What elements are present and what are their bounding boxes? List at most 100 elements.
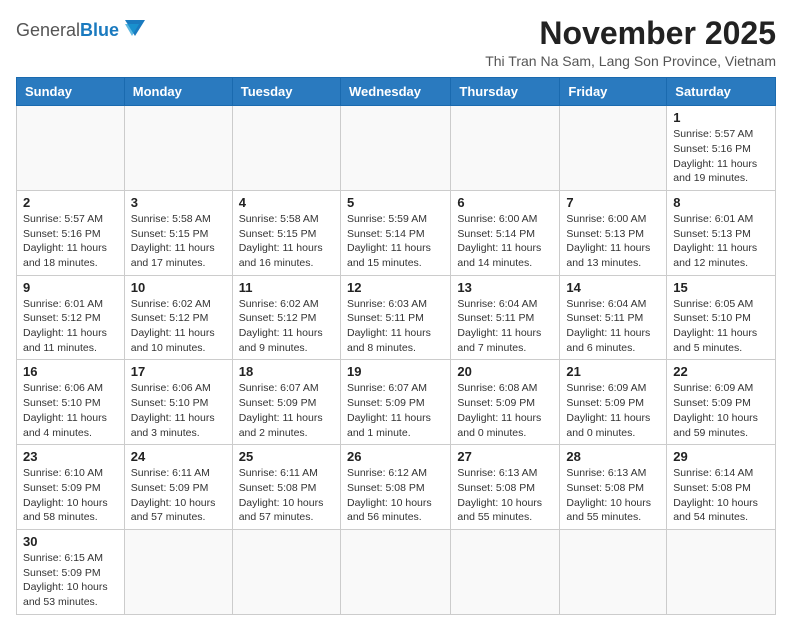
day-number: 10: [131, 280, 226, 295]
day-info: Sunrise: 5:58 AM Sunset: 5:15 PM Dayligh…: [239, 212, 334, 271]
day-number: 27: [457, 449, 553, 464]
day-info: Sunrise: 6:02 AM Sunset: 5:12 PM Dayligh…: [239, 297, 334, 356]
calendar-day-cell: 21 Sunrise: 6:09 AM Sunset: 5:09 PM Dayli…: [560, 360, 667, 445]
day-info: Sunrise: 6:06 AM Sunset: 5:10 PM Dayligh…: [23, 381, 118, 440]
day-info: Sunrise: 6:08 AM Sunset: 5:09 PM Dayligh…: [457, 381, 553, 440]
calendar-table: SundayMondayTuesdayWednesdayThursdayFrid…: [16, 77, 776, 615]
calendar-day-cell: 8 Sunrise: 6:01 AM Sunset: 5:13 PM Daylig…: [667, 190, 776, 275]
day-number: 11: [239, 280, 334, 295]
day-number: 2: [23, 195, 118, 210]
calendar-day-cell: [124, 529, 232, 614]
day-info: Sunrise: 6:01 AM Sunset: 5:13 PM Dayligh…: [673, 212, 769, 271]
calendar-day-cell: [560, 106, 667, 191]
logo: General Blue: [16, 16, 149, 44]
day-number: 18: [239, 364, 334, 379]
day-number: 20: [457, 364, 553, 379]
calendar-day-cell: 23 Sunrise: 6:10 AM Sunset: 5:09 PM Dayli…: [17, 445, 125, 530]
location-title: Thi Tran Na Sam, Lang Son Province, Viet…: [485, 53, 776, 69]
day-info: Sunrise: 5:58 AM Sunset: 5:15 PM Dayligh…: [131, 212, 226, 271]
day-info: Sunrise: 6:07 AM Sunset: 5:09 PM Dayligh…: [239, 381, 334, 440]
day-info: Sunrise: 6:09 AM Sunset: 5:09 PM Dayligh…: [673, 381, 769, 440]
calendar-day-cell: [17, 106, 125, 191]
calendar-day-cell: 5Sunrise: 5:59 AM Sunset: 5:14 PM Daylig…: [340, 190, 450, 275]
day-number: 12: [347, 280, 444, 295]
day-header-friday: Friday: [560, 78, 667, 106]
page-header: General Blue November 2025 Thi Tran Na S…: [16, 16, 776, 69]
day-number: 8: [673, 195, 769, 210]
day-number: 23: [23, 449, 118, 464]
day-header-sunday: Sunday: [17, 78, 125, 106]
day-info: Sunrise: 6:11 AM Sunset: 5:09 PM Dayligh…: [131, 466, 226, 525]
day-number: 19: [347, 364, 444, 379]
logo-icon: [121, 16, 149, 44]
day-info: Sunrise: 6:05 AM Sunset: 5:10 PM Dayligh…: [673, 297, 769, 356]
logo-area: General Blue: [16, 16, 149, 44]
day-number: 15: [673, 280, 769, 295]
day-number: 25: [239, 449, 334, 464]
day-info: Sunrise: 6:13 AM Sunset: 5:08 PM Dayligh…: [457, 466, 553, 525]
day-number: 6: [457, 195, 553, 210]
day-number: 14: [566, 280, 660, 295]
calendar-day-cell: [124, 106, 232, 191]
calendar-day-cell: 19Sunrise: 6:07 AM Sunset: 5:09 PM Dayli…: [340, 360, 450, 445]
day-info: Sunrise: 6:04 AM Sunset: 5:11 PM Dayligh…: [566, 297, 660, 356]
day-info: Sunrise: 6:00 AM Sunset: 5:13 PM Dayligh…: [566, 212, 660, 271]
calendar-day-cell: 7 Sunrise: 6:00 AM Sunset: 5:13 PM Daylig…: [560, 190, 667, 275]
day-header-wednesday: Wednesday: [340, 78, 450, 106]
day-number: 3: [131, 195, 226, 210]
calendar-day-cell: 27 Sunrise: 6:13 AM Sunset: 5:08 PM Dayli…: [451, 445, 560, 530]
day-info: Sunrise: 6:09 AM Sunset: 5:09 PM Dayligh…: [566, 381, 660, 440]
calendar-day-cell: [232, 529, 340, 614]
calendar-day-cell: 30 Sunrise: 6:15 AM Sunset: 5:09 PM Dayli…: [17, 529, 125, 614]
day-number: 28: [566, 449, 660, 464]
day-number: 9: [23, 280, 118, 295]
day-info: Sunrise: 6:11 AM Sunset: 5:08 PM Dayligh…: [239, 466, 334, 525]
calendar-week-row: 2Sunrise: 5:57 AM Sunset: 5:16 PM Daylig…: [17, 190, 776, 275]
day-number: 17: [131, 364, 226, 379]
calendar-day-cell: 24Sunrise: 6:11 AM Sunset: 5:09 PM Dayli…: [124, 445, 232, 530]
calendar-day-cell: [667, 529, 776, 614]
calendar-day-cell: 28Sunrise: 6:13 AM Sunset: 5:08 PM Dayli…: [560, 445, 667, 530]
calendar-day-cell: 4Sunrise: 5:58 AM Sunset: 5:15 PM Daylig…: [232, 190, 340, 275]
calendar-day-cell: 15 Sunrise: 6:05 AM Sunset: 5:10 PM Dayli…: [667, 275, 776, 360]
day-number: 26: [347, 449, 444, 464]
day-info: Sunrise: 6:04 AM Sunset: 5:11 PM Dayligh…: [457, 297, 553, 356]
calendar-day-cell: [340, 106, 450, 191]
day-info: Sunrise: 6:10 AM Sunset: 5:09 PM Dayligh…: [23, 466, 118, 525]
day-number: 16: [23, 364, 118, 379]
calendar-day-cell: [232, 106, 340, 191]
calendar-day-cell: 12 Sunrise: 6:03 AM Sunset: 5:11 PM Dayli…: [340, 275, 450, 360]
day-number: 13: [457, 280, 553, 295]
calendar-week-row: 9 Sunrise: 6:01 AM Sunset: 5:12 PM Daylig…: [17, 275, 776, 360]
calendar-day-cell: 29 Sunrise: 6:14 AM Sunset: 5:08 PM Dayli…: [667, 445, 776, 530]
calendar-day-cell: 20 Sunrise: 6:08 AM Sunset: 5:09 PM Dayli…: [451, 360, 560, 445]
days-header-row: SundayMondayTuesdayWednesdayThursdayFrid…: [17, 78, 776, 106]
day-number: 22: [673, 364, 769, 379]
day-number: 29: [673, 449, 769, 464]
day-number: 7: [566, 195, 660, 210]
day-info: Sunrise: 6:15 AM Sunset: 5:09 PM Dayligh…: [23, 551, 118, 610]
calendar-day-cell: 14 Sunrise: 6:04 AM Sunset: 5:11 PM Dayli…: [560, 275, 667, 360]
title-area: November 2025 Thi Tran Na Sam, Lang Son …: [485, 16, 776, 69]
day-info: Sunrise: 6:03 AM Sunset: 5:11 PM Dayligh…: [347, 297, 444, 356]
day-info: Sunrise: 5:57 AM Sunset: 5:16 PM Dayligh…: [673, 127, 769, 186]
day-number: 30: [23, 534, 118, 549]
calendar-day-cell: 13 Sunrise: 6:04 AM Sunset: 5:11 PM Dayli…: [451, 275, 560, 360]
day-info: Sunrise: 6:14 AM Sunset: 5:08 PM Dayligh…: [673, 466, 769, 525]
calendar-week-row: 1Sunrise: 5:57 AM Sunset: 5:16 PM Daylig…: [17, 106, 776, 191]
calendar-day-cell: [560, 529, 667, 614]
month-title: November 2025: [485, 16, 776, 51]
calendar-day-cell: 2Sunrise: 5:57 AM Sunset: 5:16 PM Daylig…: [17, 190, 125, 275]
logo-blue-text: Blue: [80, 20, 119, 41]
calendar-day-cell: 10Sunrise: 6:02 AM Sunset: 5:12 PM Dayli…: [124, 275, 232, 360]
calendar-day-cell: 22 Sunrise: 6:09 AM Sunset: 5:09 PM Dayli…: [667, 360, 776, 445]
calendar-day-cell: 6 Sunrise: 6:00 AM Sunset: 5:14 PM Daylig…: [451, 190, 560, 275]
day-info: Sunrise: 6:00 AM Sunset: 5:14 PM Dayligh…: [457, 212, 553, 271]
calendar-day-cell: 9 Sunrise: 6:01 AM Sunset: 5:12 PM Daylig…: [17, 275, 125, 360]
calendar-week-row: 30 Sunrise: 6:15 AM Sunset: 5:09 PM Dayli…: [17, 529, 776, 614]
calendar-week-row: 23 Sunrise: 6:10 AM Sunset: 5:09 PM Dayli…: [17, 445, 776, 530]
calendar-day-cell: 11 Sunrise: 6:02 AM Sunset: 5:12 PM Dayli…: [232, 275, 340, 360]
day-number: 21: [566, 364, 660, 379]
calendar-day-cell: 18 Sunrise: 6:07 AM Sunset: 5:09 PM Dayli…: [232, 360, 340, 445]
day-info: Sunrise: 6:01 AM Sunset: 5:12 PM Dayligh…: [23, 297, 118, 356]
